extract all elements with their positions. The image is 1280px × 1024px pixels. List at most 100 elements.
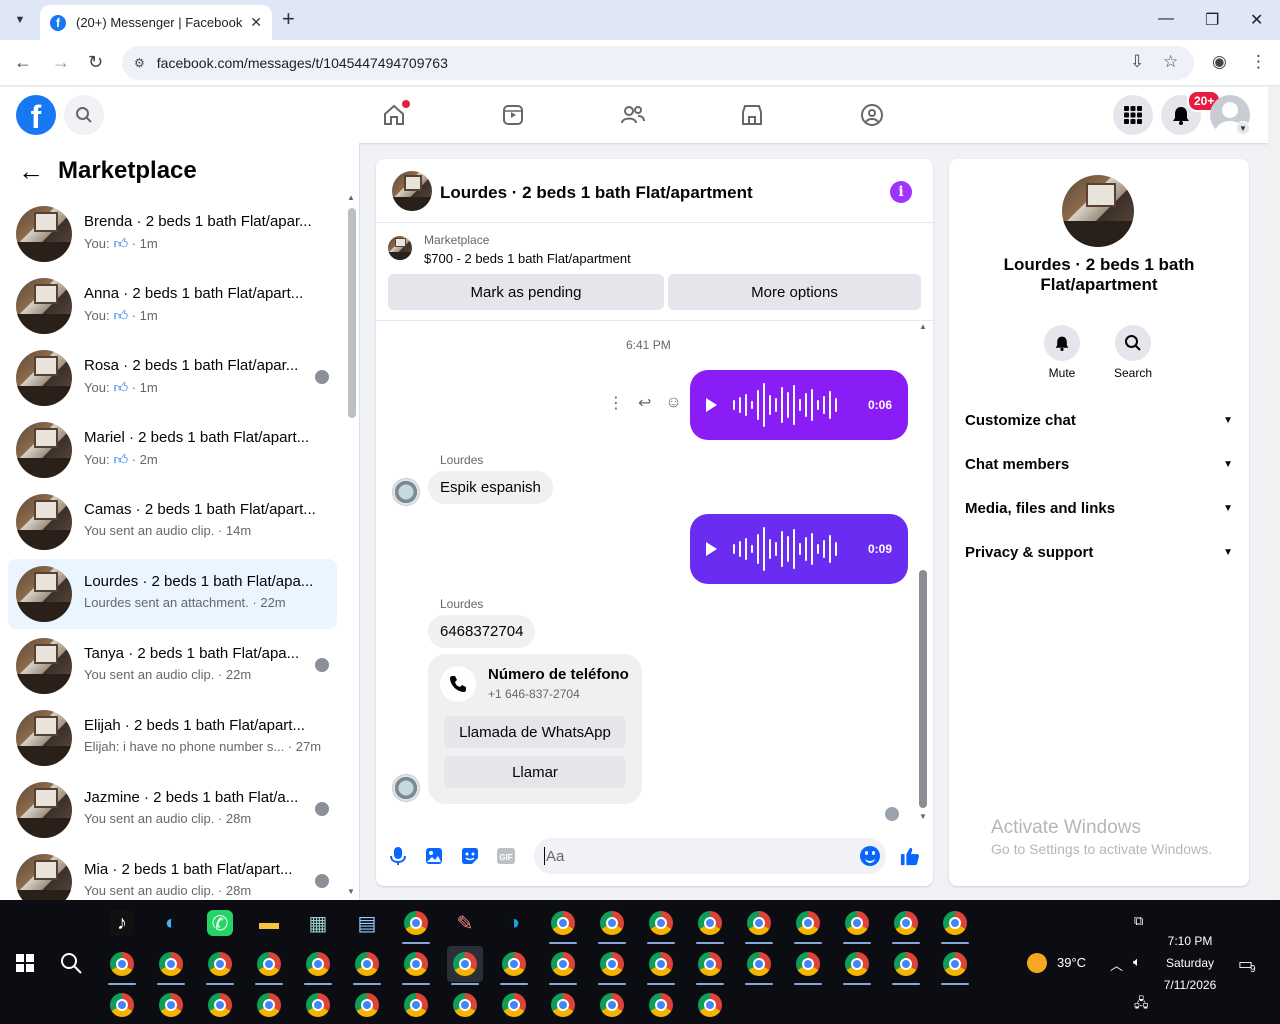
chrome-window-icon[interactable] [643,987,679,1023]
scrollbar-thumb[interactable] [919,570,927,808]
chrome-window-icon[interactable] [496,946,532,985]
conversation-item[interactable]: Camas · 2 beds 1 bath Flat/apart... You s… [8,487,337,557]
chrome-window-icon[interactable] [839,905,875,944]
conversation-avatar[interactable] [16,782,72,838]
chrome-window-icon[interactable] [398,905,434,944]
url-text[interactable]: facebook.com/messages/t/1045447494709763 [157,55,448,71]
chrome-window-icon[interactable] [349,946,385,985]
bookmark-star-icon[interactable]: ☆ [1163,52,1178,72]
weather-sun-icon[interactable] [1027,953,1047,973]
conversation-avatar[interactable] [16,638,72,694]
react-icon[interactable]: ☺ [665,394,681,412]
forward-arrow-icon[interactable]: → [52,52,70,73]
minimize-window-icon[interactable]: — [1158,10,1174,28]
conversation-item[interactable]: Mia · 2 beds 1 bath Flat/apart... You sen… [8,847,337,900]
audio-message-sent[interactable]: 0:09 [690,514,908,584]
edge-dev-icon[interactable]: ◐ [153,905,189,941]
show-hidden-icons-icon[interactable]: ︿ [1110,955,1123,974]
file-explorer-icon[interactable]: ▬ [251,905,287,941]
control-panel-icon[interactable]: ▦ [300,905,336,941]
play-icon[interactable] [706,542,717,556]
chrome-window-icon[interactable] [594,905,630,944]
chrome-window-icon[interactable] [447,946,483,985]
conversation-avatar[interactable] [16,350,72,406]
gaming-icon[interactable] [858,101,886,129]
conversation-item[interactable]: Rosa · 2 beds 1 bath Flat/apar... You: 👍︎… [8,343,337,413]
conversation-item[interactable]: Elijah · 2 beds 1 bath Flat/apart... Elij… [8,703,337,773]
profile-icon[interactable]: ◉ [1212,52,1227,72]
sender-avatar[interactable] [392,478,420,506]
customize-chat-row[interactable]: Customize chat ▼ [965,408,1233,432]
chrome-window-icon[interactable] [594,987,630,1023]
conversation-avatar[interactable] [16,566,72,622]
scrollbar-thumb[interactable] [348,208,356,418]
call-button[interactable]: Llamar [444,756,626,788]
friends-icon[interactable] [619,101,647,129]
site-info-icon[interactable]: ⚙ [134,56,145,70]
chrome-window-icon[interactable] [398,987,434,1023]
chrome-window-icon[interactable] [888,946,924,985]
chrome-window-icon[interactable] [398,946,434,985]
chrome-window-icon[interactable] [300,987,336,1023]
chrome-window-icon[interactable] [447,987,483,1023]
audio-message-sent[interactable]: 0:06 [690,370,908,440]
sticker-icon[interactable] [460,846,480,866]
whatsapp-call-button[interactable]: Llamada de WhatsApp [444,716,626,748]
chrome-window-icon[interactable] [790,946,826,985]
media-files-links-row[interactable]: Media, files and links ▼ [965,496,1233,520]
conversation-avatar[interactable] [16,854,72,900]
account-chevron-icon[interactable]: ▼ [1236,121,1250,135]
new-tab-button[interactable]: + [282,8,295,30]
chrome-window-icon[interactable] [496,987,532,1023]
scroll-up-arrow-icon[interactable]: ▲ [347,193,355,202]
omnibox[interactable]: ⚙ facebook.com/messages/t/10454474947097… [122,46,1194,80]
chat-scrollbar[interactable]: ▲ ▼ [917,322,929,822]
network-icon[interactable]: 🖧︎ [1134,994,1149,1016]
details-name[interactable]: Lourdes · 2 beds 1 bath Flat/apartment [969,255,1229,295]
chrome-window-icon[interactable] [202,987,238,1023]
chrome-window-icon[interactable] [594,946,630,985]
paint-icon[interactable]: ✎ [447,905,483,941]
taskbar-search-icon[interactable] [60,952,82,979]
reply-icon[interactable]: ↩ [638,393,651,413]
mark-as-pending-button[interactable]: Mark as pending [388,274,664,310]
chrome-window-icon[interactable] [692,946,728,985]
chrome-window-icon[interactable] [153,987,189,1023]
emoji-icon[interactable] [860,846,880,866]
gif-icon[interactable]: GIF [496,846,516,866]
chrome-window-icon[interactable] [202,946,238,985]
taskbar-day[interactable]: Saturday [1160,956,1220,970]
notepad-icon[interactable]: ▤ [349,905,385,941]
privacy-support-row[interactable]: Privacy & support ▼ [965,540,1233,564]
marketplace-icon[interactable] [738,101,766,129]
close-tab-icon[interactable]: ✕ [250,14,262,31]
chrome-window-icon[interactable] [300,946,336,985]
video-icon[interactable] [499,101,527,129]
chrome-window-icon[interactable] [839,946,875,985]
taskbar-time[interactable]: 7:10 PM [1160,934,1220,948]
chat-members-row[interactable]: Chat members ▼ [965,452,1233,476]
scroll-down-arrow-icon[interactable]: ▼ [919,812,927,821]
chrome-window-icon[interactable] [643,946,679,985]
chrome-window-icon[interactable] [104,946,140,985]
install-app-icon[interactable]: ⇩ [1130,52,1144,72]
chrome-window-icon[interactable] [104,987,140,1023]
chrome-window-icon[interactable] [545,987,581,1023]
chrome-window-icon[interactable] [888,905,924,944]
mute-button[interactable]: Mute [1032,325,1092,380]
listing-thumbnail[interactable] [388,236,412,260]
listing-title[interactable]: $700 - 2 beds 1 bath Flat/apartment [424,251,631,266]
conversation-item[interactable]: Lourdes · 2 beds 1 bath Flat/apa... Lourd… [8,559,337,629]
windows-start-icon[interactable] [16,954,34,977]
facebook-logo-icon[interactable]: f [16,95,56,135]
chrome-window-icon[interactable] [545,946,581,985]
chrome-window-icon[interactable] [643,905,679,944]
chrome-window-icon[interactable] [741,946,777,985]
more-actions-icon[interactable]: ⋮ [608,393,624,413]
conversation-item[interactable]: Anna · 2 beds 1 bath Flat/apart... You: 👍… [8,271,337,341]
taskbar-date[interactable]: 7/11/2026 [1160,978,1220,992]
conversation-avatar[interactable] [16,710,72,766]
browser-tab[interactable]: f (20+) Messenger | Facebook ✕ [40,5,272,40]
sender-avatar[interactable] [392,774,420,802]
reload-icon[interactable]: ↻ [88,52,103,73]
